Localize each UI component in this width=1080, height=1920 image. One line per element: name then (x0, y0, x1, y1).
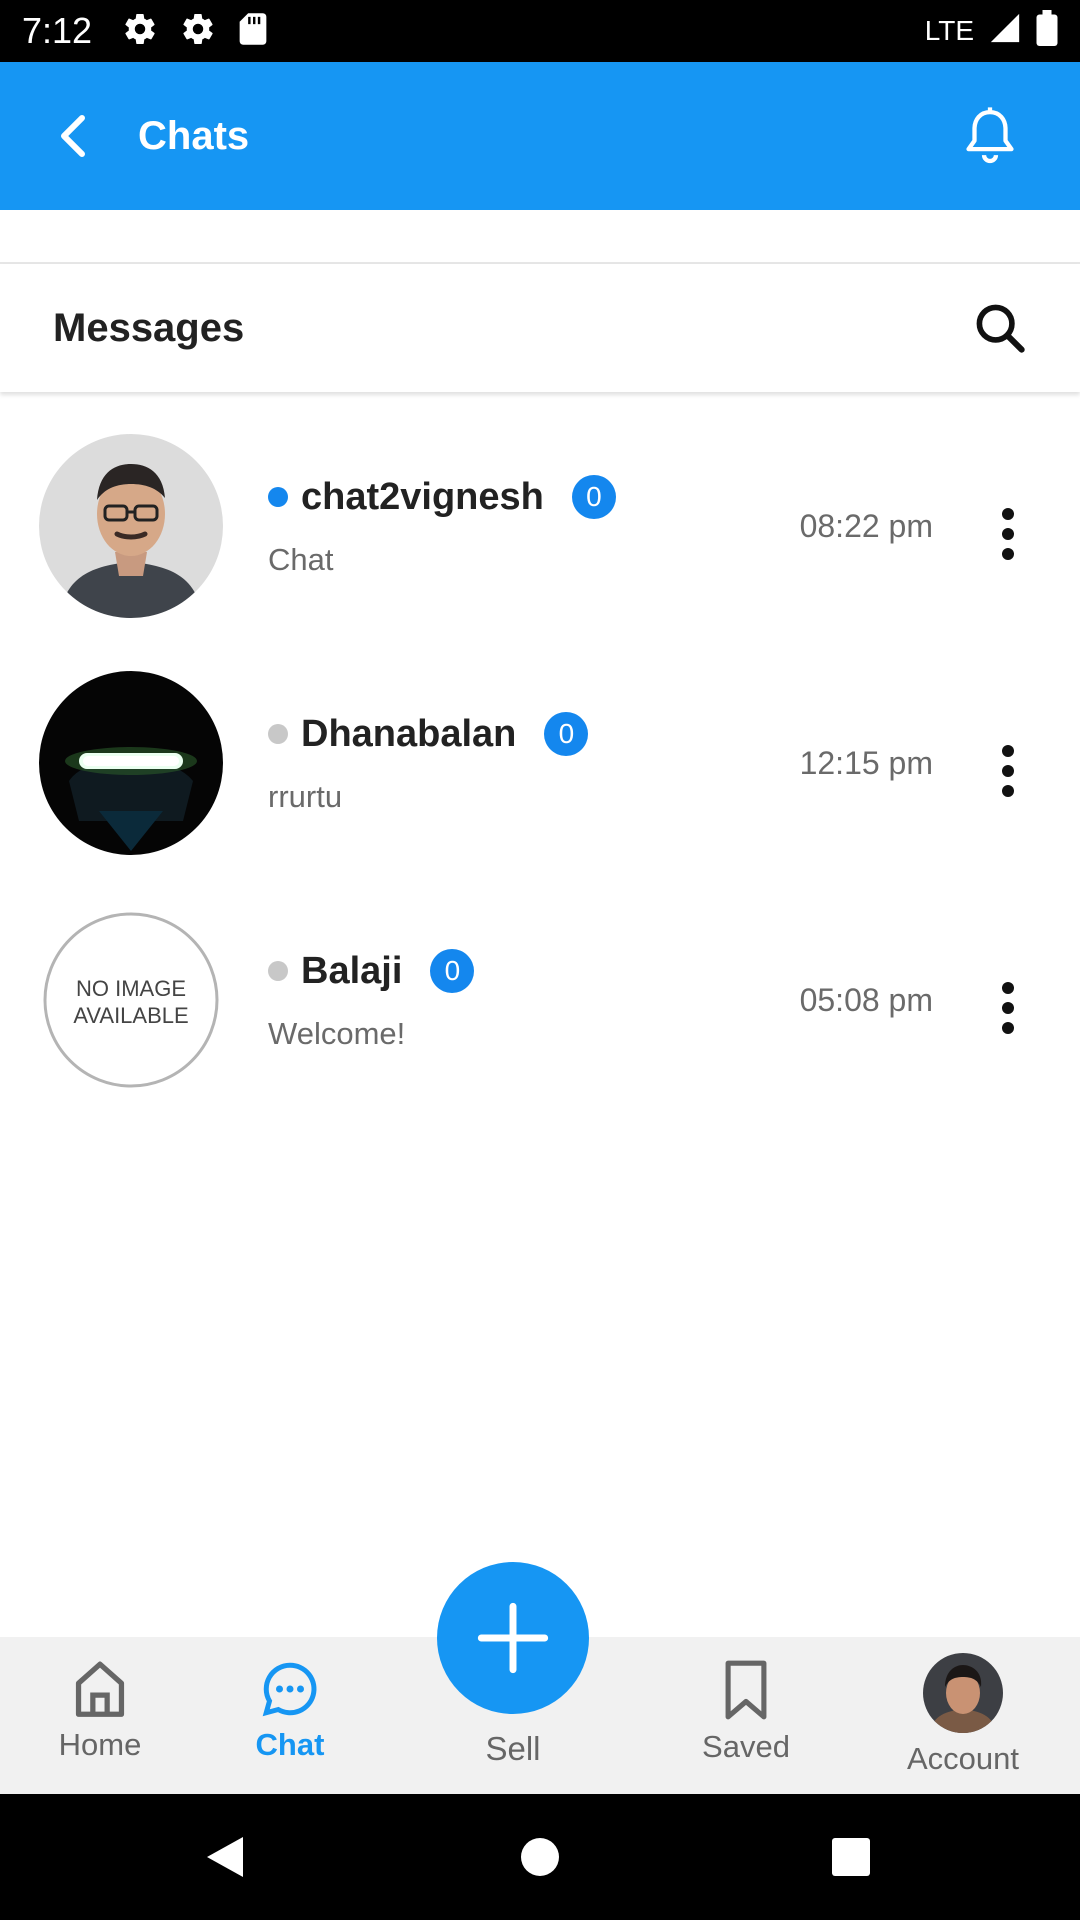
notifications-button[interactable] (950, 96, 1030, 176)
back-arrow-icon (61, 115, 85, 157)
bell-icon (966, 107, 1014, 164)
status-time: 7:12 (22, 10, 93, 51)
sell-button[interactable] (437, 1562, 589, 1714)
avatar (39, 671, 223, 855)
chat-name: Dhanabalan (301, 712, 517, 755)
nav-label-saved: Saved (702, 1729, 790, 1764)
signal-icon (988, 11, 1022, 52)
nav-label-account: Account (906, 1741, 1019, 1776)
chat-name: Balaji (301, 949, 403, 992)
system-nav-bar (0, 1794, 1080, 1920)
status-notification-icons (122, 11, 268, 52)
more-vert-icon (1002, 745, 1014, 797)
system-home-button[interactable] (505, 1822, 575, 1892)
network-type: LTE (924, 15, 974, 46)
messages-title: Messages (53, 305, 245, 350)
settings-icon (180, 11, 216, 52)
nav-item-home[interactable]: Home (40, 1637, 160, 1814)
nav-item-chat[interactable]: Chat (230, 1637, 350, 1816)
home-icon (75, 1661, 125, 1717)
more-options-button[interactable] (978, 731, 1038, 811)
status-system-icons: LTE (924, 9, 1058, 53)
chat-name-row: Dhanabalan 0 (268, 712, 589, 756)
more-options-button[interactable] (978, 968, 1038, 1048)
offline-status-dot (268, 961, 288, 981)
chat-time: 05:08 pm (799, 982, 933, 1018)
nav-item-saved[interactable]: Saved (686, 1637, 806, 1816)
chat-preview: Welcome! (268, 1016, 406, 1051)
sd-card-icon (238, 12, 268, 51)
avatar (39, 434, 223, 618)
more-vert-icon (1002, 508, 1014, 560)
unread-count-badge: 0 (571, 475, 616, 519)
chat-list-item[interactable]: chat2vignesh 0 Chat 08:22 pm (0, 420, 1080, 657)
chat-list-item[interactable]: NO IMAGE AVAILABLE Balaji 0 Welcome! 05:… (0, 894, 1080, 1131)
nav-label-home: Home (58, 1727, 142, 1762)
search-button[interactable] (960, 288, 1040, 368)
messages-header: Messages (0, 264, 1080, 392)
app-bar: Chats (0, 62, 1080, 210)
nav-label-sell: Sell (485, 1730, 541, 1767)
chat-list: chat2vignesh 0 Chat 08:22 pm Dhanabalan … (0, 420, 1080, 1131)
settings-icon (122, 11, 158, 52)
status-bar: 7:12 LTE (0, 0, 1080, 62)
chat-preview: rrurtu (268, 779, 343, 814)
system-recents-button[interactable] (816, 1822, 886, 1892)
back-triangle-icon (207, 1837, 243, 1877)
plus-icon (477, 1602, 549, 1674)
avatar: NO IMAGE AVAILABLE (39, 908, 223, 1092)
online-status-dot (268, 487, 288, 507)
chat-time: 08:22 pm (799, 508, 933, 544)
back-button[interactable] (32, 96, 112, 176)
bookmark-icon (725, 1660, 767, 1720)
chat-list-item[interactable]: Dhanabalan 0 rrurtu 12:15 pm (0, 657, 1080, 894)
search-icon (976, 304, 1025, 353)
nav-label-chat: Chat (255, 1727, 325, 1762)
more-options-button[interactable] (978, 494, 1038, 574)
header-spacer (0, 210, 1080, 264)
battery-icon (1036, 9, 1058, 53)
unread-count-badge: 0 (430, 949, 475, 993)
home-circle-icon (521, 1838, 559, 1876)
offline-status-dot (268, 724, 288, 744)
unread-count-badge: 0 (544, 712, 589, 756)
chat-name: chat2vignesh (301, 475, 544, 518)
chat-bubble-icon (262, 1662, 317, 1717)
more-vert-icon (1002, 982, 1014, 1034)
no-image-text-line2: AVAILABLE (73, 1003, 188, 1028)
recents-square-icon (832, 1838, 870, 1876)
account-avatar (923, 1653, 1003, 1733)
nav-item-account[interactable]: Account (890, 1637, 1036, 1810)
system-back-button[interactable] (190, 1822, 260, 1892)
chat-preview: Chat (268, 542, 334, 577)
chat-name-row: chat2vignesh 0 (268, 475, 616, 519)
chat-time: 12:15 pm (799, 745, 933, 781)
chat-name-row: Balaji 0 (268, 949, 475, 993)
page-title: Chats (138, 113, 250, 158)
no-image-text-line1: NO IMAGE (76, 976, 186, 1001)
